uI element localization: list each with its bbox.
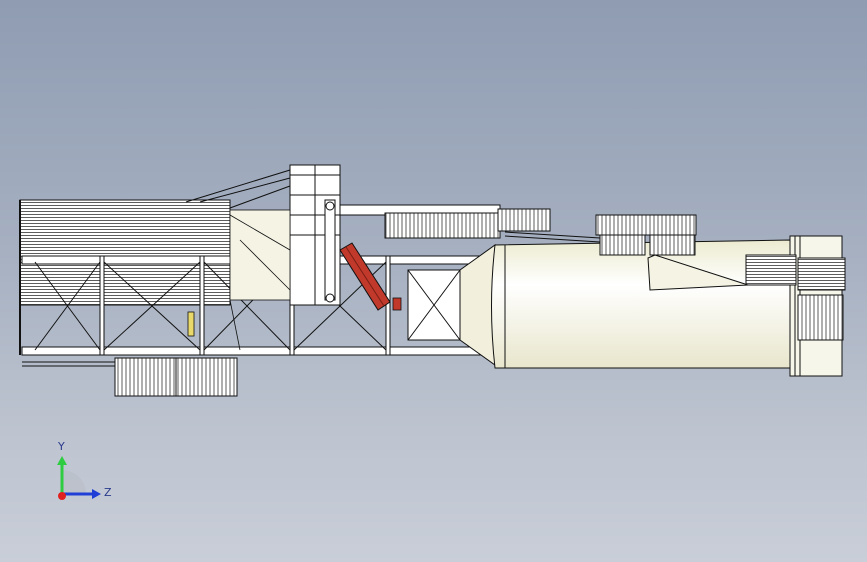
y-axis-label: Y (58, 440, 65, 453)
left-grated-hopper[interactable] (19, 199, 231, 355)
orientation-triad[interactable]: Y Z (40, 440, 120, 510)
red-coupling (392, 297, 402, 311)
central-tower[interactable] (289, 164, 341, 306)
inner-frame (229, 209, 291, 351)
red-conveyor[interactable] (339, 242, 391, 311)
actuator (187, 311, 195, 337)
z-axis-label: Z (104, 486, 112, 499)
machine-model[interactable] (0, 0, 867, 562)
main-drum[interactable] (491, 239, 791, 369)
lower-grated-chute[interactable] (114, 357, 238, 397)
triad-graphic (57, 456, 101, 500)
cad-viewport[interactable]: Y Z (0, 0, 867, 562)
